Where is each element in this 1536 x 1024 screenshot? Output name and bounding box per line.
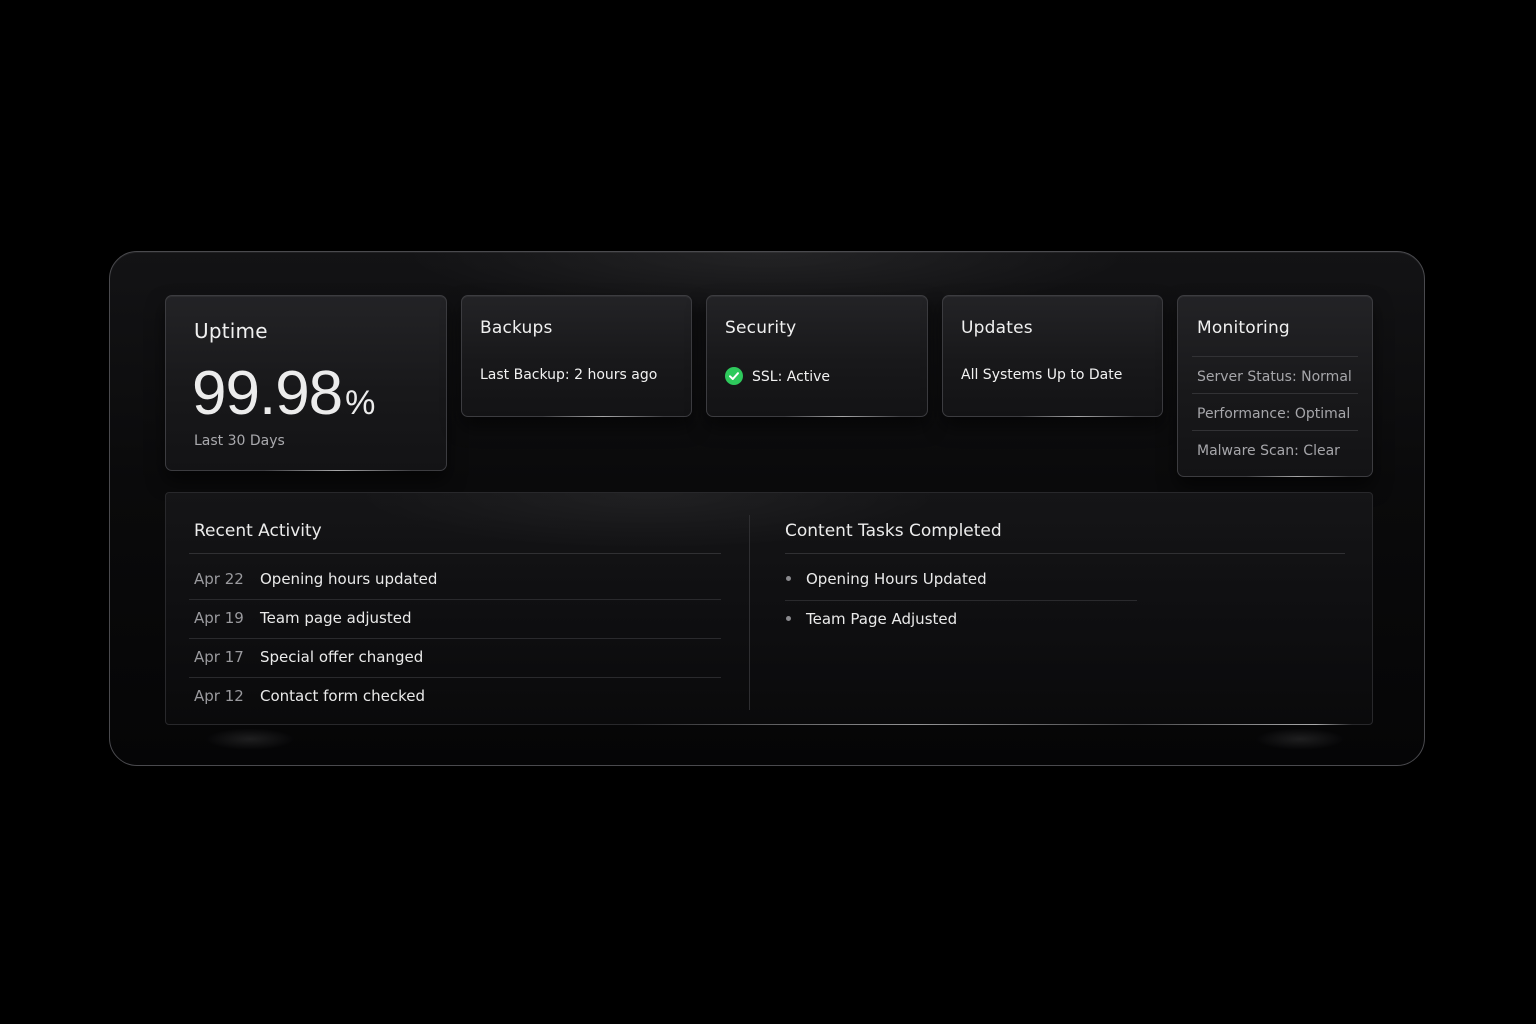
monitoring-list: Server Status: Normal Performance: Optim… bbox=[1192, 356, 1358, 467]
activity-date: Apr 12 bbox=[194, 687, 244, 705]
uptime-unit: % bbox=[345, 384, 376, 422]
list-item[interactable]: Apr 22 Opening hours updated bbox=[189, 561, 721, 600]
column-divider bbox=[749, 515, 750, 710]
ambient-glow bbox=[1255, 728, 1345, 750]
security-status: SSL: Active bbox=[725, 367, 830, 385]
uptime-period: Last 30 Days bbox=[194, 433, 285, 449]
updates-title: Updates bbox=[961, 318, 1033, 338]
activity-panel: Recent Activity Apr 22 Opening hours upda… bbox=[165, 492, 1373, 725]
updates-status: All Systems Up to Date bbox=[961, 367, 1123, 383]
monitoring-item: Performance: Optimal bbox=[1192, 393, 1358, 430]
activity-date: Apr 19 bbox=[194, 609, 244, 627]
list-item[interactable]: Team Page Adjusted bbox=[785, 601, 1137, 641]
activity-date: Apr 22 bbox=[194, 570, 244, 588]
content-tasks-list: Opening Hours Updated Team Page Adjusted bbox=[785, 561, 1137, 641]
content-tasks-title: Content Tasks Completed bbox=[785, 521, 1002, 541]
backups-status: Last Backup: 2 hours ago bbox=[480, 367, 658, 383]
uptime-title: Uptime bbox=[194, 319, 268, 343]
monitoring-title: Monitoring bbox=[1197, 318, 1290, 338]
task-text: Team Page Adjusted bbox=[806, 610, 958, 628]
backups-card: Backups Last Backup: 2 hours ago bbox=[461, 295, 692, 417]
uptime-number: 99.98 bbox=[192, 359, 343, 428]
recent-activity-list: Apr 22 Opening hours updated Apr 19 Team p… bbox=[189, 561, 721, 717]
recent-activity-rule bbox=[189, 553, 721, 554]
content-tasks-rule bbox=[785, 553, 1345, 554]
activity-date: Apr 17 bbox=[194, 648, 244, 666]
task-text: Opening Hours Updated bbox=[806, 570, 987, 588]
activity-text: Special offer changed bbox=[260, 648, 424, 666]
security-title: Security bbox=[725, 318, 797, 338]
bullet-icon bbox=[786, 576, 791, 581]
ambient-glow bbox=[205, 728, 295, 750]
list-item[interactable]: Apr 12 Contact form checked bbox=[189, 678, 721, 717]
monitoring-item: Malware Scan: Clear bbox=[1192, 430, 1358, 467]
security-card: Security SSL: Active bbox=[706, 295, 928, 417]
check-circle-icon bbox=[725, 367, 743, 385]
bullet-icon bbox=[786, 616, 791, 621]
backups-title: Backups bbox=[480, 318, 553, 338]
recent-activity-title: Recent Activity bbox=[194, 521, 322, 541]
activity-text: Team page adjusted bbox=[260, 609, 412, 627]
activity-text: Opening hours updated bbox=[260, 570, 438, 588]
list-item[interactable]: Apr 19 Team page adjusted bbox=[189, 600, 721, 639]
activity-text: Contact form checked bbox=[260, 687, 425, 705]
uptime-card: Uptime 99.98% Last 30 Days bbox=[165, 295, 447, 471]
list-item[interactable]: Opening Hours Updated bbox=[785, 561, 1137, 601]
monitoring-card: Monitoring Server Status: Normal Perform… bbox=[1177, 295, 1373, 477]
updates-card: Updates All Systems Up to Date bbox=[942, 295, 1163, 417]
monitoring-item: Server Status: Normal bbox=[1192, 356, 1358, 393]
list-item[interactable]: Apr 17 Special offer changed bbox=[189, 639, 721, 678]
uptime-value: 99.98% bbox=[192, 358, 375, 429]
security-status-text: SSL: Active bbox=[752, 369, 831, 385]
